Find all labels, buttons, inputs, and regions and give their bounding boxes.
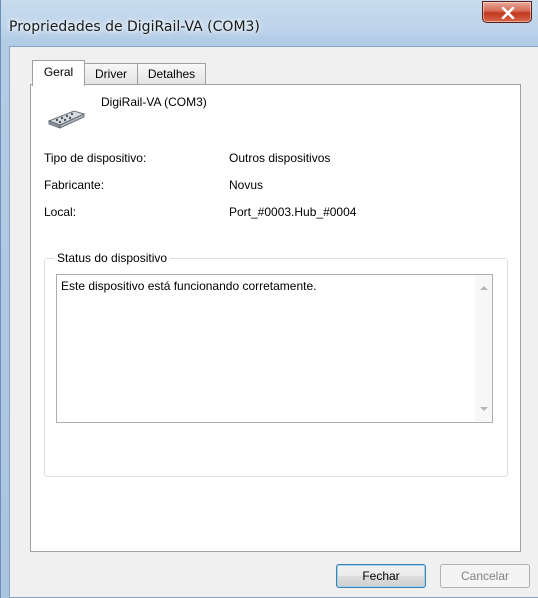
title-bar[interactable]: Propriedades de DigiRail-VA (COM3) xyxy=(1,0,538,46)
device-name: DigiRail-VA (COM3) xyxy=(101,95,207,109)
property-value-location: Port_#0003.Hub_#0004 xyxy=(229,205,357,219)
dialog-client-area: Geral Driver Detalhes DigiRail-VA (COM3)… xyxy=(9,46,538,598)
property-label-manufacturer: Fabricante: xyxy=(44,178,105,192)
property-label-location: Local: xyxy=(44,205,77,219)
status-scrollbar[interactable] xyxy=(475,275,492,422)
property-label-device-type: Tipo de dispositivo: xyxy=(44,151,147,165)
tab-geral[interactable]: Geral xyxy=(32,60,85,86)
property-value-manufacturer: Novus xyxy=(229,178,264,192)
scroll-down-icon[interactable] xyxy=(480,407,488,411)
tab-panel-geral: DigiRail-VA (COM3) Tipo de dispositivo: … xyxy=(30,84,521,552)
cancel-button[interactable]: Cancelar xyxy=(440,564,530,588)
close-icon xyxy=(501,7,515,19)
window-title: Propriedades de DigiRail-VA (COM3) xyxy=(9,19,260,35)
device-status-textbox[interactable]: Este dispositivo está funcionando corret… xyxy=(56,274,493,423)
tab-detalhes[interactable]: Detalhes xyxy=(137,63,206,84)
close-button[interactable]: Fechar xyxy=(336,564,426,588)
scroll-up-icon[interactable] xyxy=(480,286,488,290)
properties-dialog: Propriedades de DigiRail-VA (COM3) Geral… xyxy=(0,0,538,598)
tab-driver[interactable]: Driver xyxy=(84,63,138,84)
device-status-group: Status do dispositivo Este dispositivo e… xyxy=(44,251,508,477)
serial-port-icon xyxy=(47,110,86,129)
device-status-title: Status do dispositivo xyxy=(54,251,171,265)
close-window-button[interactable] xyxy=(482,1,532,23)
property-value-device-type: Outros dispositivos xyxy=(229,151,331,165)
device-status-text: Este dispositivo está funcionando corret… xyxy=(61,279,317,293)
